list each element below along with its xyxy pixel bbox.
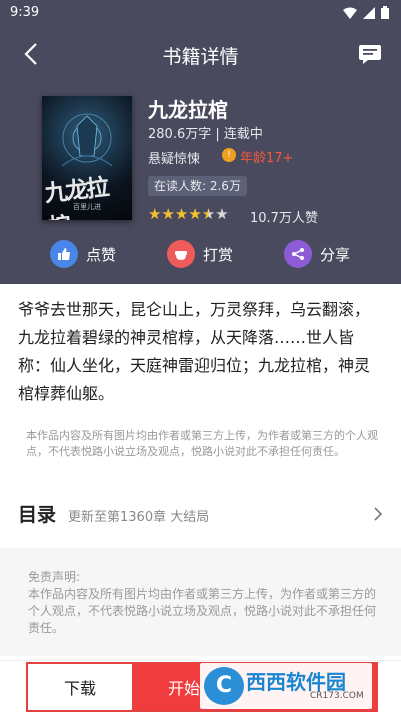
readers-badge: 在读人数: 2.6万	[148, 176, 247, 196]
toc-title: 目录	[18, 504, 57, 526]
share-icon	[284, 240, 312, 268]
book-genre: 悬疑惊悚	[148, 152, 201, 167]
like-label: 点赞	[86, 245, 117, 264]
book-meta: 280.6万字 | 连载中	[148, 127, 263, 142]
rating-stars: ★★★★★★	[148, 205, 229, 223]
share-button[interactable]: 分享	[284, 239, 350, 269]
likes-count: 10.7万人赞	[250, 211, 318, 226]
book-title: 九龙拉棺	[148, 98, 228, 122]
tip-label: 打赏	[203, 245, 234, 264]
table-of-contents-row[interactable]: 目录 更新至第1360章 大结局	[0, 494, 401, 534]
tip-button[interactable]: 打赏	[167, 239, 233, 269]
message-icon[interactable]	[357, 42, 383, 66]
book-cover[interactable]: 九龙拉棺 百里儿进	[42, 96, 132, 220]
status-icons	[343, 6, 389, 19]
star-half-icon: ★	[201, 205, 216, 223]
thumbs-up-icon	[50, 240, 78, 268]
watermark-url: CR173.COM	[310, 691, 364, 701]
star-full-icon: ★★★★	[148, 205, 202, 223]
star-empty-icon: ★	[215, 205, 229, 223]
book-description: 爷爷去世那天，昆仑山上，万灵祭拜，乌云翻滚，九龙拉着碧绿的神灵棺椁，从天降落………	[18, 300, 371, 403]
copyright-notice: 本作品内容及所有图片均由作者或第三方上传，为作者或第三方的个人观点，不代表悦路小…	[26, 429, 378, 458]
age-rating-icon: !	[222, 148, 236, 162]
toc-update: 更新至第1360章 大结局	[68, 510, 210, 525]
top-bar: 书籍详情	[0, 32, 401, 76]
status-bar: 9:39	[0, 0, 401, 26]
battery-icon	[381, 6, 389, 19]
watermark: C 西西软件园 CR173.COM	[200, 663, 372, 709]
gift-icon	[167, 240, 195, 268]
disclaimer-body: 本作品内容及所有图片均由作者或第三方上传，为作者或第三方的个人观点，不代表悦路小…	[28, 587, 377, 635]
status-time: 9:39	[10, 5, 40, 20]
cover-author: 百里儿进	[73, 203, 101, 211]
watermark-logo-icon: C	[204, 667, 244, 705]
book-header: 9:39 书籍详情 九龙拉棺 百里儿进 九龙拉棺 280.6万字 | 连载中 悬…	[0, 0, 401, 284]
chevron-right-icon	[374, 507, 383, 521]
wifi-icon	[343, 7, 357, 19]
download-button[interactable]: 下载	[26, 662, 132, 712]
like-button[interactable]: 点赞	[50, 239, 116, 269]
page-title: 书籍详情	[162, 46, 239, 68]
disclaimer-title: 免责声明:	[28, 570, 81, 584]
share-label: 分享	[320, 245, 351, 264]
signal-icon	[363, 6, 375, 19]
age-rating-label: 年龄17+	[240, 151, 294, 166]
